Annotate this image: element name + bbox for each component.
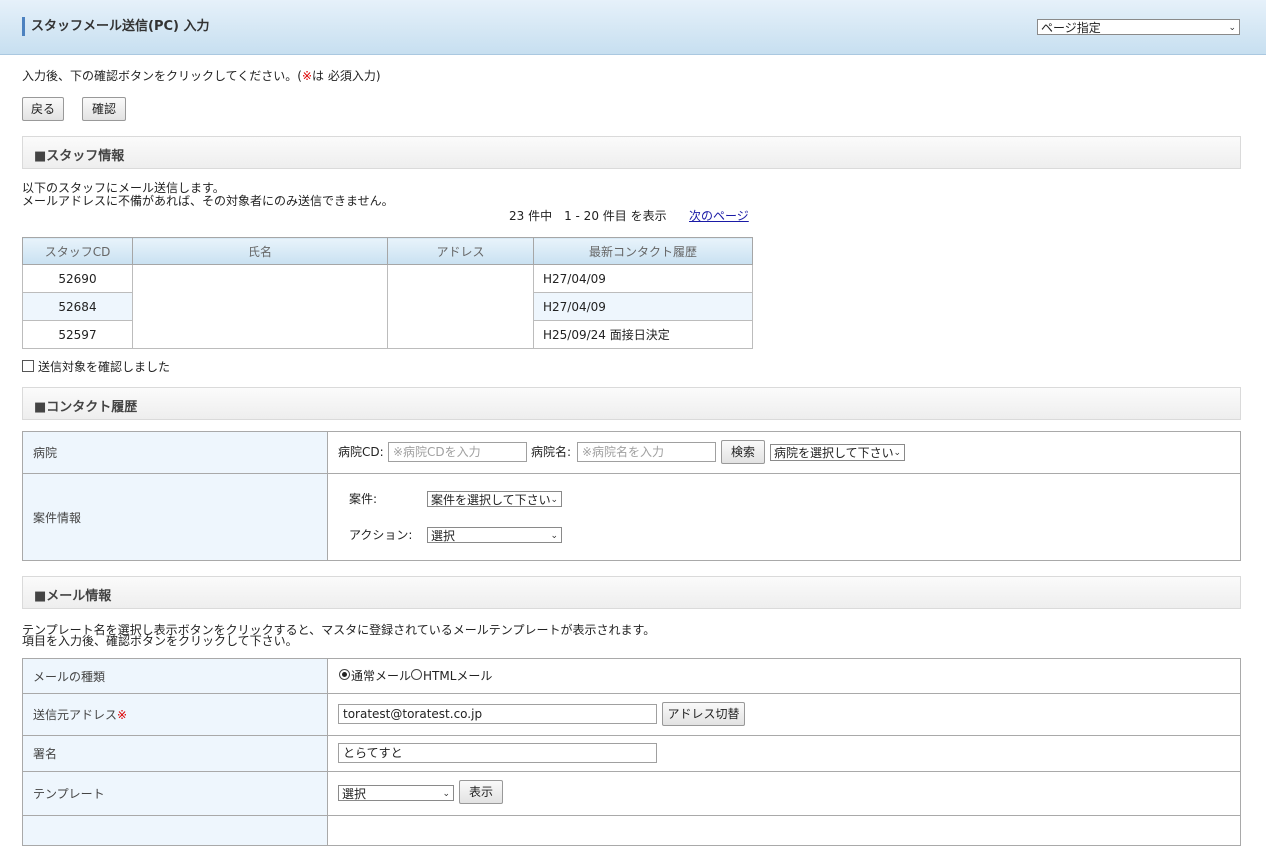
case-label: 案件:	[349, 492, 378, 506]
table-row: 52690 H27/04/09	[22, 264, 753, 293]
required-mark: ※	[117, 708, 128, 722]
hospital-cd-label: 病院CD:	[338, 445, 384, 459]
hospital-name-label: 病院名:	[531, 445, 572, 459]
mail-type-normal-radio[interactable]	[339, 669, 350, 680]
chevron-down-icon: ⌄	[550, 531, 558, 541]
staff-cd-cell: 52597	[22, 320, 133, 349]
chevron-down-icon: ⌄	[1228, 23, 1236, 33]
show-template-button[interactable]: 表示	[459, 780, 503, 804]
address-cell	[387, 264, 534, 293]
column-header: 氏名	[132, 237, 388, 265]
action-select[interactable]: 選択 ⌄	[427, 527, 562, 543]
template-select[interactable]: 選択 ⌄	[338, 785, 454, 801]
contact-cell: H25/09/24 面接日決定	[533, 320, 753, 349]
column-header: アドレス	[387, 237, 534, 265]
signature-input[interactable]: とらてすと	[338, 743, 657, 763]
column-header: 最新コンタクト履歴	[533, 237, 753, 265]
next-field-cell	[327, 815, 1241, 846]
name-cell	[132, 292, 388, 321]
paging-info: 23 件中 1 - 20 件目 を表示	[509, 209, 667, 223]
staff-desc-line1: 以下のスタッフにメール送信します。	[22, 181, 225, 195]
staff-cd-cell: 52684	[22, 292, 133, 321]
mail-type-html-label: HTMLメール	[423, 669, 493, 683]
staff-section-title: ■スタッフ情報	[34, 149, 125, 164]
mail-type-label: メールの種類	[22, 658, 328, 694]
confirm-targets-label: 送信対象を確認しました	[38, 360, 171, 374]
confirm-targets-checkbox[interactable]	[22, 360, 34, 372]
hospital-cd-input[interactable]: ※病院CDを入力	[388, 442, 527, 462]
column-header: スタッフCD	[22, 237, 133, 265]
chevron-down-icon: ⌄	[550, 495, 558, 505]
mail-desc-line2: 項目を入力後、確認ボタンをクリックして下さい。	[22, 634, 298, 648]
page-header: スタッフメール送信(PC) 入力 ページ指定 ⌄	[0, 0, 1266, 55]
chevron-down-icon: ⌄	[442, 789, 450, 799]
signature-label: 署名	[22, 735, 328, 772]
hospital-select[interactable]: 病院を選択して下さい ⌄	[770, 444, 905, 461]
template-select-value: 選択	[342, 787, 367, 801]
title-accent-bar	[22, 17, 25, 36]
staff-table: スタッフCD 氏名 アドレス 最新コンタクト履歴 52690 H27/04/09…	[22, 237, 753, 349]
search-button[interactable]: 検索	[721, 440, 765, 464]
staff-cd-cell: 52690	[22, 264, 133, 293]
mail-type-html-radio[interactable]	[411, 669, 422, 680]
required-mark: ※	[301, 69, 313, 83]
staff-desc-line2: メールアドレスに不備があれば、その対象者にのみ送信できません。	[22, 194, 394, 208]
name-cell	[132, 320, 388, 349]
hospital-label: 病院	[22, 431, 328, 474]
contact-section-header: ■コンタクト履歴	[22, 387, 1241, 420]
action-label: アクション:	[349, 528, 413, 542]
next-page-link[interactable]: 次のページ	[689, 209, 749, 223]
case-select[interactable]: 案件を選択して下さい ⌄	[427, 491, 562, 507]
case-info-label: 案件情報	[22, 473, 328, 561]
table-header-row: スタッフCD 氏名 アドレス 最新コンタクト履歴	[22, 237, 753, 265]
page-select-value: ページ指定	[1041, 21, 1101, 35]
contact-section-title: ■コンタクト履歴	[34, 400, 138, 415]
next-field-label	[22, 815, 328, 846]
intro-text: 入力後、下の確認ボタンをクリックしてください。(※は 必須入力)	[22, 69, 381, 83]
mail-section-title: ■メール情報	[34, 589, 112, 604]
contact-cell: H27/04/09	[533, 292, 753, 321]
hospital-select-value: 病院を選択して下さい	[774, 446, 894, 460]
mail-section-header: ■メール情報	[22, 576, 1241, 609]
template-label: テンプレート	[22, 771, 328, 816]
address-cell	[387, 292, 534, 321]
case-info-cell	[327, 473, 1241, 561]
back-button[interactable]: 戻る	[22, 97, 64, 121]
chevron-down-icon: ⌄	[893, 448, 901, 458]
hospital-name-input[interactable]: ※病院名を入力	[577, 442, 716, 462]
staff-section-header: ■スタッフ情報	[22, 136, 1241, 169]
page-title: スタッフメール送信(PC) 入力	[31, 19, 210, 34]
confirm-button[interactable]: 確認	[82, 97, 126, 121]
address-switch-button[interactable]: アドレス切替	[662, 702, 745, 726]
case-select-value: 案件を選択して下さい	[431, 493, 551, 507]
from-address-label: 送信元アドレス※	[22, 693, 328, 736]
address-cell	[387, 320, 534, 349]
contact-cell: H27/04/09	[533, 264, 753, 293]
table-row: 52597 H25/09/24 面接日決定	[22, 320, 753, 349]
page-select[interactable]: ページ指定 ⌄	[1037, 19, 1240, 35]
action-select-value: 選択	[431, 529, 456, 543]
name-cell	[132, 264, 388, 293]
mail-type-normal-label: 通常メール	[351, 669, 412, 683]
table-row: 52684 H27/04/09	[22, 292, 753, 321]
from-address-input[interactable]: toratest@toratest.co.jp	[338, 704, 657, 724]
